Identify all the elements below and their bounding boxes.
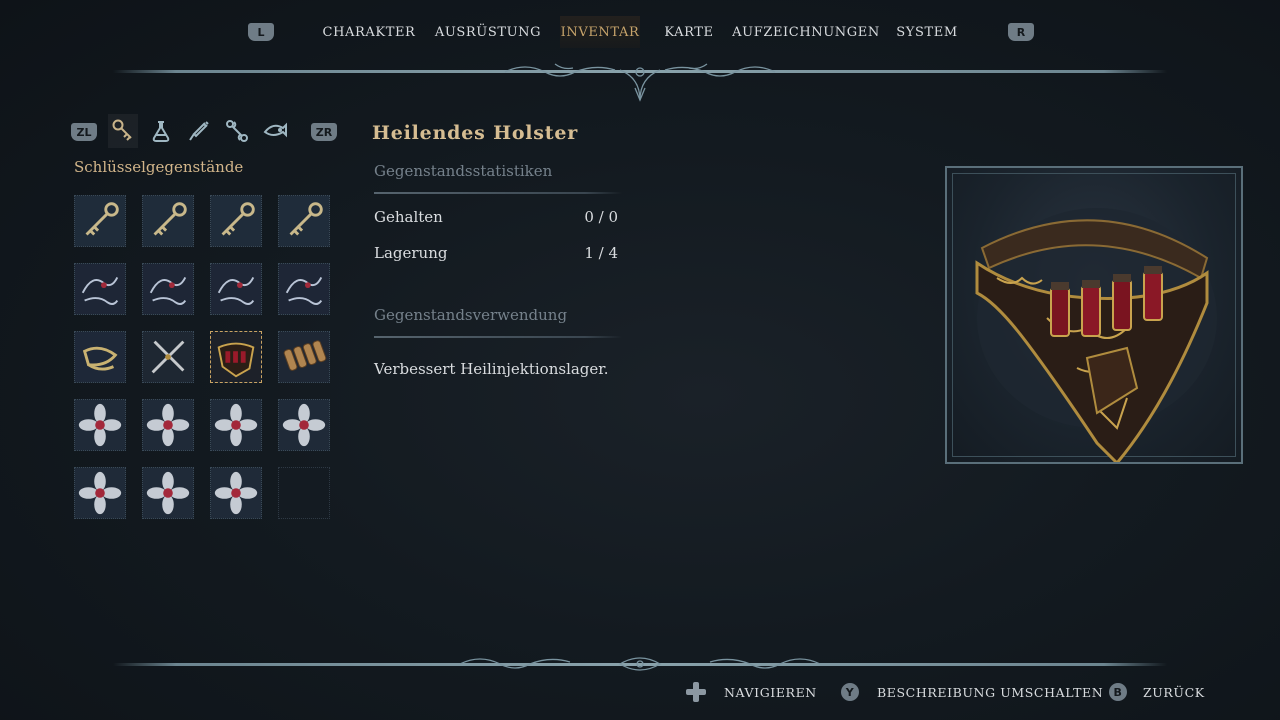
hint-navigate-label: NAVIGIEREN <box>724 684 817 700</box>
r-button-icon[interactable]: R <box>1008 23 1034 41</box>
stat-label-storage: Lagerung <box>374 244 448 262</box>
top-navigation: L CHARAKTER AUSRÜSTUNG INVENTAR KARTE AU… <box>0 16 1280 48</box>
healing-holster-icon <box>975 208 1217 462</box>
category-bone-icon[interactable] <box>222 114 252 148</box>
empty-item-slot[interactable] <box>278 467 330 519</box>
item-slot[interactable] <box>278 195 330 247</box>
creature-item-icon <box>75 264 125 314</box>
category-key-icon[interactable] <box>108 114 138 148</box>
category-flask-icon[interactable] <box>146 114 176 148</box>
category-fish-icon[interactable] <box>260 114 290 148</box>
category-syringe-icon[interactable] <box>184 114 214 148</box>
tab-karte[interactable]: KARTE <box>658 16 720 48</box>
item-slot[interactable] <box>278 263 330 315</box>
hint-back[interactable]: B ZURÜCK <box>1109 682 1205 702</box>
item-slot[interactable] <box>210 263 262 315</box>
blades-item-icon <box>143 332 193 382</box>
flower-item-icon <box>143 468 193 518</box>
item-slot[interactable] <box>278 399 330 451</box>
item-title: Heilendes Holster <box>372 122 579 144</box>
scroll-item-icon <box>75 332 125 382</box>
item-slot[interactable] <box>74 467 126 519</box>
tab-ausruestung[interactable]: AUSRÜSTUNG <box>434 16 542 48</box>
item-slot[interactable] <box>142 331 194 383</box>
item-slot[interactable] <box>142 263 194 315</box>
item-slot[interactable] <box>210 467 262 519</box>
flower-item-icon <box>211 400 261 450</box>
category-label: Schlüsselgegenstände <box>74 158 244 176</box>
hint-navigate[interactable]: NAVIGIEREN <box>686 682 817 702</box>
item-slot[interactable] <box>74 195 126 247</box>
key-item-icon <box>75 196 125 246</box>
key-item-icon <box>211 196 261 246</box>
item-slot[interactable] <box>74 399 126 451</box>
hint-back-label: ZURÜCK <box>1143 684 1205 700</box>
top-ornament-icon <box>504 63 776 102</box>
usage-description: Verbessert Heilinjektionslager. <box>374 360 609 378</box>
item-slot[interactable] <box>210 195 262 247</box>
tab-system[interactable]: SYSTEM <box>892 16 962 48</box>
usage-divider <box>374 336 622 338</box>
key-item-icon <box>279 196 329 246</box>
item-slot[interactable] <box>142 399 194 451</box>
flower-item-icon <box>75 468 125 518</box>
flower-item-icon <box>143 400 193 450</box>
creature-item-icon <box>279 264 329 314</box>
ammo-belt-item-icon <box>279 332 329 382</box>
item-slot[interactable] <box>142 195 194 247</box>
tab-charakter[interactable]: CHARAKTER <box>318 16 420 48</box>
stat-value-storage: 1 / 4 <box>584 244 618 262</box>
zr-button-icon[interactable]: ZR <box>311 123 337 141</box>
flower-item-icon <box>279 400 329 450</box>
l-button-icon[interactable]: L <box>248 23 274 41</box>
stats-divider <box>374 192 622 194</box>
tab-aufzeichnungen[interactable]: AUFZEICHNUNGEN <box>732 16 879 48</box>
item-slot[interactable] <box>278 331 330 383</box>
dpad-icon <box>686 682 706 702</box>
creature-item-icon <box>143 264 193 314</box>
hint-toggle-description-label: BESCHREIBUNG UMSCHALTEN <box>877 684 1104 700</box>
tab-inventar[interactable]: INVENTAR <box>560 16 640 48</box>
item-preview <box>945 166 1243 464</box>
zl-button-icon[interactable]: ZL <box>71 123 97 141</box>
creature-item-icon <box>211 264 261 314</box>
holster-item-icon <box>211 332 261 382</box>
item-slot[interactable] <box>210 399 262 451</box>
item-slot[interactable] <box>142 467 194 519</box>
bottom-ornament-icon <box>459 657 821 671</box>
b-button-icon: B <box>1109 683 1127 701</box>
item-slot[interactable] <box>74 331 126 383</box>
flower-item-icon <box>211 468 261 518</box>
usage-heading: Gegenstandsverwendung <box>374 306 568 324</box>
flower-item-icon <box>75 400 125 450</box>
item-slot[interactable] <box>74 263 126 315</box>
hint-toggle-description[interactable]: Y BESCHREIBUNG UMSCHALTEN <box>841 682 1103 702</box>
stats-heading: Gegenstandsstatistiken <box>374 162 553 180</box>
item-slot[interactable] <box>210 331 262 383</box>
y-button-icon: Y <box>841 683 859 701</box>
stat-label-held: Gehalten <box>374 208 443 226</box>
stat-value-held: 0 / 0 <box>584 208 618 226</box>
key-item-icon <box>143 196 193 246</box>
